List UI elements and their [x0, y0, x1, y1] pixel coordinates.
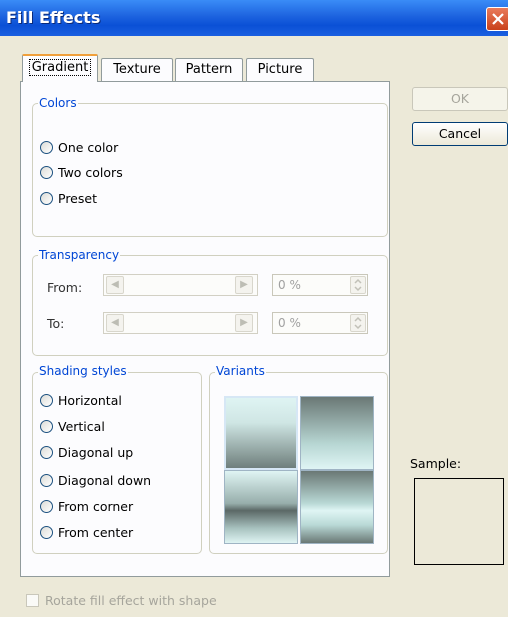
- sample-label: Sample:: [410, 456, 462, 471]
- tab-texture-label: Texture: [113, 62, 161, 77]
- variant-1[interactable]: [224, 396, 298, 470]
- transparency-legend: Transparency: [38, 248, 121, 262]
- colors-legend: Colors: [38, 96, 78, 110]
- to-slider-right-arrow[interactable]: ▶: [235, 314, 253, 332]
- close-button[interactable]: [486, 7, 508, 31]
- radio-preset[interactable]: Preset: [40, 190, 180, 208]
- radio-circle[interactable]: [40, 166, 53, 179]
- radio-diagonal-up[interactable]: Diagonal up: [40, 444, 190, 462]
- variants-legend: Variants: [215, 364, 266, 378]
- radio-horizontal[interactable]: Horizontal: [40, 392, 190, 410]
- radio-diagonal-down-label: Diagonal down: [58, 473, 152, 488]
- tab-picture[interactable]: Picture: [246, 58, 314, 81]
- radio-one-color-label: One color: [58, 140, 119, 155]
- radio-circle[interactable]: [40, 474, 53, 487]
- from-label: From:: [47, 280, 83, 295]
- cancel-button[interactable]: Cancel: [412, 122, 508, 146]
- window-title: Fill Effects: [6, 8, 101, 27]
- shading-styles-legend: Shading styles: [38, 364, 128, 378]
- sample-preview: [414, 478, 504, 565]
- variant-3[interactable]: [224, 470, 298, 544]
- from-value: 0 %: [278, 278, 301, 292]
- variant-2[interactable]: [300, 396, 374, 470]
- from-slider-right-arrow[interactable]: ▶: [235, 276, 253, 294]
- rotate-fill-checkbox[interactable]: [26, 594, 39, 607]
- radio-two-colors[interactable]: Two colors: [40, 164, 180, 182]
- close-icon: [492, 13, 504, 25]
- radio-from-corner-label: From corner: [58, 499, 134, 514]
- radio-circle[interactable]: [40, 192, 53, 205]
- radio-diagonal-down[interactable]: Diagonal down: [40, 472, 190, 490]
- to-slider-left-arrow[interactable]: ◀: [106, 314, 124, 332]
- to-spin-buttons[interactable]: [350, 314, 366, 332]
- spin-arrows-icon: [354, 278, 362, 292]
- tab-gradient-label: Gradient: [28, 59, 92, 76]
- radio-circle[interactable]: [40, 526, 53, 539]
- radio-circle[interactable]: [40, 420, 53, 433]
- radio-circle[interactable]: [40, 394, 53, 407]
- transparency-group: [32, 255, 388, 356]
- from-spin-buttons[interactable]: [350, 276, 366, 294]
- radio-vertical[interactable]: Vertical: [40, 418, 190, 436]
- to-value: 0 %: [278, 316, 301, 330]
- from-spinner[interactable]: 0 %: [272, 274, 368, 296]
- title-bar: Fill Effects: [0, 0, 508, 36]
- tab-picture-label: Picture: [257, 62, 303, 77]
- radio-from-center-label: From center: [58, 525, 134, 540]
- radio-circle[interactable]: [40, 141, 53, 154]
- to-label: To:: [47, 316, 65, 331]
- tab-pattern[interactable]: Pattern: [175, 58, 243, 81]
- radio-from-center[interactable]: From center: [40, 524, 190, 542]
- radio-horizontal-label: Horizontal: [58, 393, 122, 408]
- rotate-fill-label: Rotate fill effect with shape: [45, 593, 217, 608]
- fill-effects-dialog: Fill Effects Gradient Texture Pattern Pi…: [0, 0, 508, 617]
- tab-gradient[interactable]: Gradient: [22, 54, 98, 82]
- radio-diagonal-up-label: Diagonal up: [58, 445, 134, 460]
- from-slider[interactable]: ◀ ▶: [103, 274, 258, 296]
- radio-circle[interactable]: [40, 446, 53, 459]
- ok-button[interactable]: OK: [412, 87, 508, 111]
- tab-pattern-label: Pattern: [185, 62, 233, 77]
- variant-4[interactable]: [300, 470, 374, 544]
- radio-from-corner[interactable]: From corner: [40, 498, 190, 516]
- to-spinner[interactable]: 0 %: [272, 312, 368, 334]
- from-slider-left-arrow[interactable]: ◀: [106, 276, 124, 294]
- radio-one-color[interactable]: One color: [40, 139, 180, 157]
- tab-texture[interactable]: Texture: [101, 58, 173, 81]
- radio-preset-label: Preset: [58, 191, 97, 206]
- radio-circle[interactable]: [40, 500, 53, 513]
- spin-arrows-icon: [354, 316, 362, 330]
- radio-vertical-label: Vertical: [58, 419, 105, 434]
- to-slider[interactable]: ◀ ▶: [103, 312, 258, 334]
- radio-two-colors-label: Two colors: [58, 165, 123, 180]
